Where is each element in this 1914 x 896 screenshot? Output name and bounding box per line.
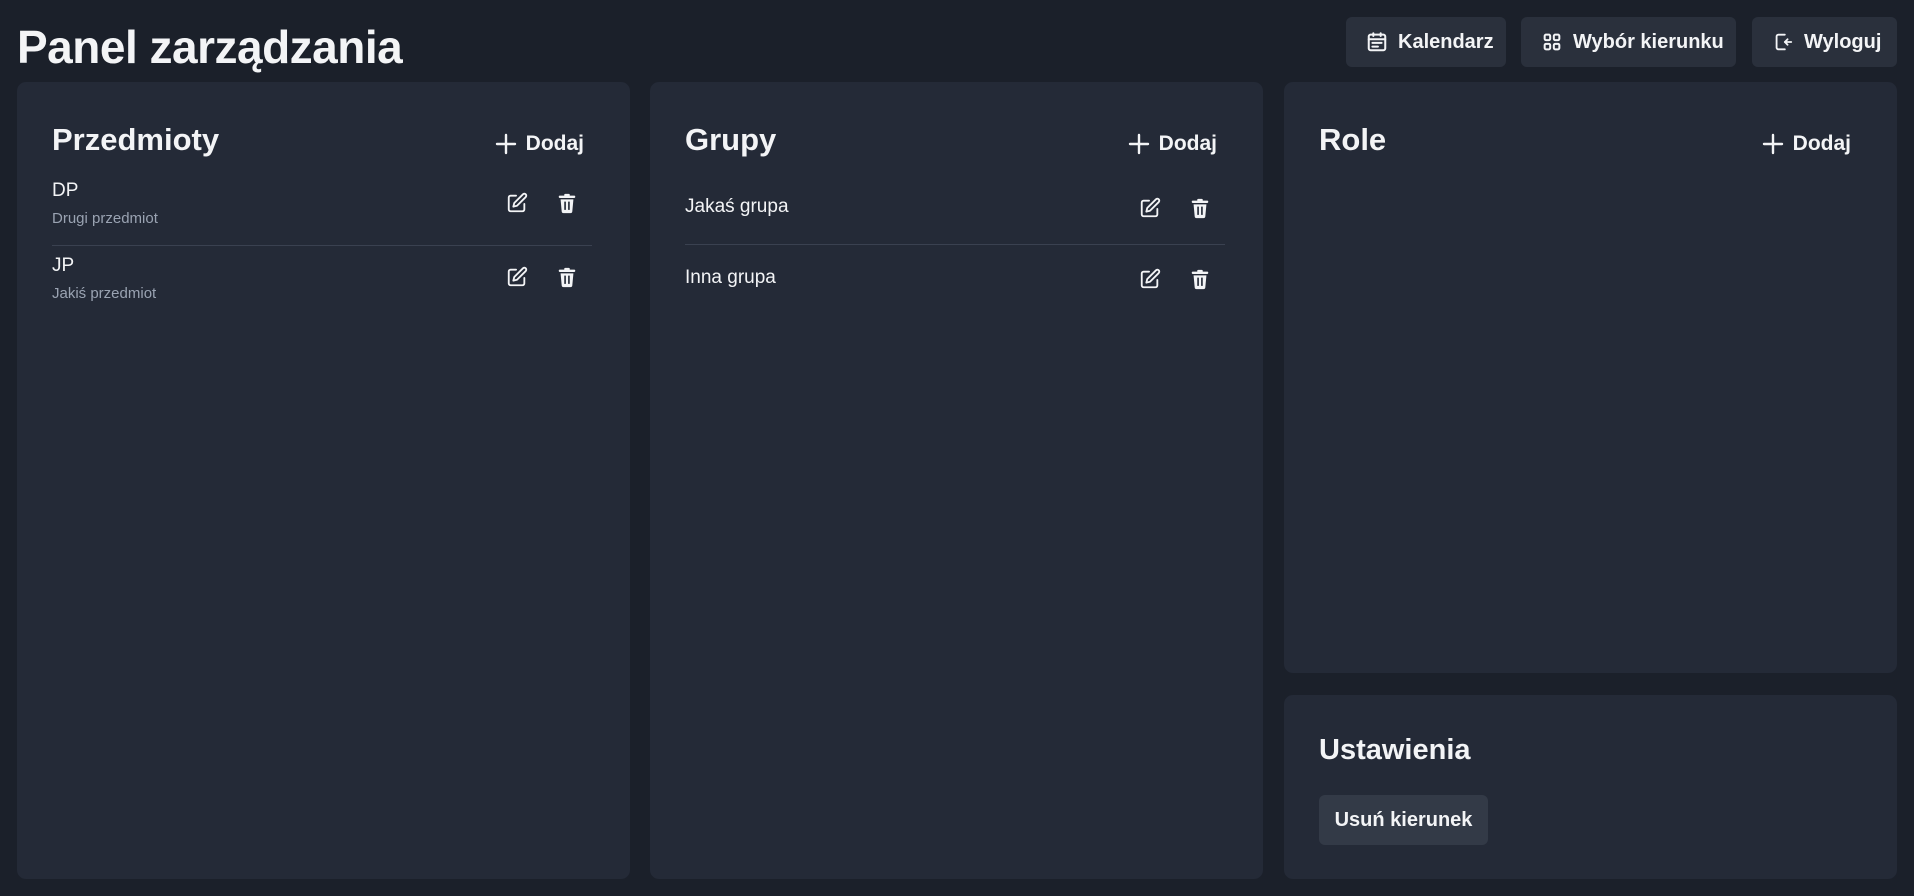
subject-row: JP Jakiś przedmiot [52, 246, 592, 320]
subject-code: JP [52, 255, 75, 276]
logout-button[interactable]: Wyloguj [1752, 17, 1897, 67]
trash-icon[interactable] [554, 190, 580, 216]
choose-direction-button-label: Wybór kierunku [1573, 30, 1724, 53]
add-role-button[interactable]: Dodaj [1761, 126, 1851, 162]
subjects-title: Przedmioty [52, 122, 220, 157]
trash-icon[interactable] [1187, 266, 1213, 292]
edit-icon[interactable] [1137, 266, 1163, 292]
calendar-button[interactable]: Kalendarz [1346, 17, 1506, 67]
subject-row: DP Drugi przedmiot [52, 172, 592, 246]
edit-icon[interactable] [504, 190, 530, 216]
subject-name: Jakiś przedmiot [52, 285, 157, 302]
group-name: Inna grupa [685, 267, 776, 288]
logout-button-label: Wyloguj [1804, 30, 1882, 53]
plus-icon [494, 132, 518, 156]
add-group-button[interactable]: Dodaj [1127, 126, 1217, 162]
add-role-label: Dodaj [1792, 132, 1851, 155]
top-bar: Panel zarządzania Kalendarz Wybór kierun… [0, 0, 1914, 82]
logout-icon [1772, 31, 1794, 53]
add-subject-button[interactable]: Dodaj [494, 126, 584, 162]
roles-panel: Role Dodaj [1284, 82, 1897, 673]
group-name: Jakaś grupa [685, 196, 789, 217]
delete-direction-button[interactable]: Usuń kierunek [1319, 795, 1488, 845]
subject-name: Drugi przedmiot [52, 210, 158, 227]
groups-list: Jakaś grupa Inna grupa [685, 174, 1225, 316]
plus-icon [1127, 132, 1151, 156]
choose-direction-button[interactable]: Wybór kierunku [1521, 17, 1736, 67]
settings-panel: Ustawienia Usuń kierunek [1284, 695, 1897, 879]
subjects-list: DP Drugi przedmiot JP Jakiś przedmiot [52, 172, 592, 320]
trash-icon[interactable] [554, 264, 580, 290]
group-row: Inna grupa [685, 245, 1225, 316]
subjects-panel: Przedmioty Dodaj DP Drugi przedmiot JP J… [17, 82, 630, 879]
add-subject-label: Dodaj [525, 132, 584, 155]
group-row: Jakaś grupa [685, 174, 1225, 245]
plus-icon [1761, 132, 1785, 156]
edit-icon[interactable] [504, 264, 530, 290]
calendar-button-label: Kalendarz [1398, 30, 1494, 53]
grid-icon [1541, 31, 1563, 53]
groups-panel: Grupy Dodaj Jakaś grupa Inna grupa [650, 82, 1263, 879]
calendar-icon [1366, 31, 1388, 53]
roles-title: Role [1319, 122, 1387, 157]
groups-title: Grupy [685, 122, 777, 157]
edit-icon[interactable] [1137, 195, 1163, 221]
settings-title: Ustawienia [1319, 734, 1471, 766]
page-title: Panel zarządzania [17, 21, 403, 73]
subject-code: DP [52, 180, 79, 201]
trash-icon[interactable] [1187, 195, 1213, 221]
add-group-label: Dodaj [1158, 132, 1217, 155]
